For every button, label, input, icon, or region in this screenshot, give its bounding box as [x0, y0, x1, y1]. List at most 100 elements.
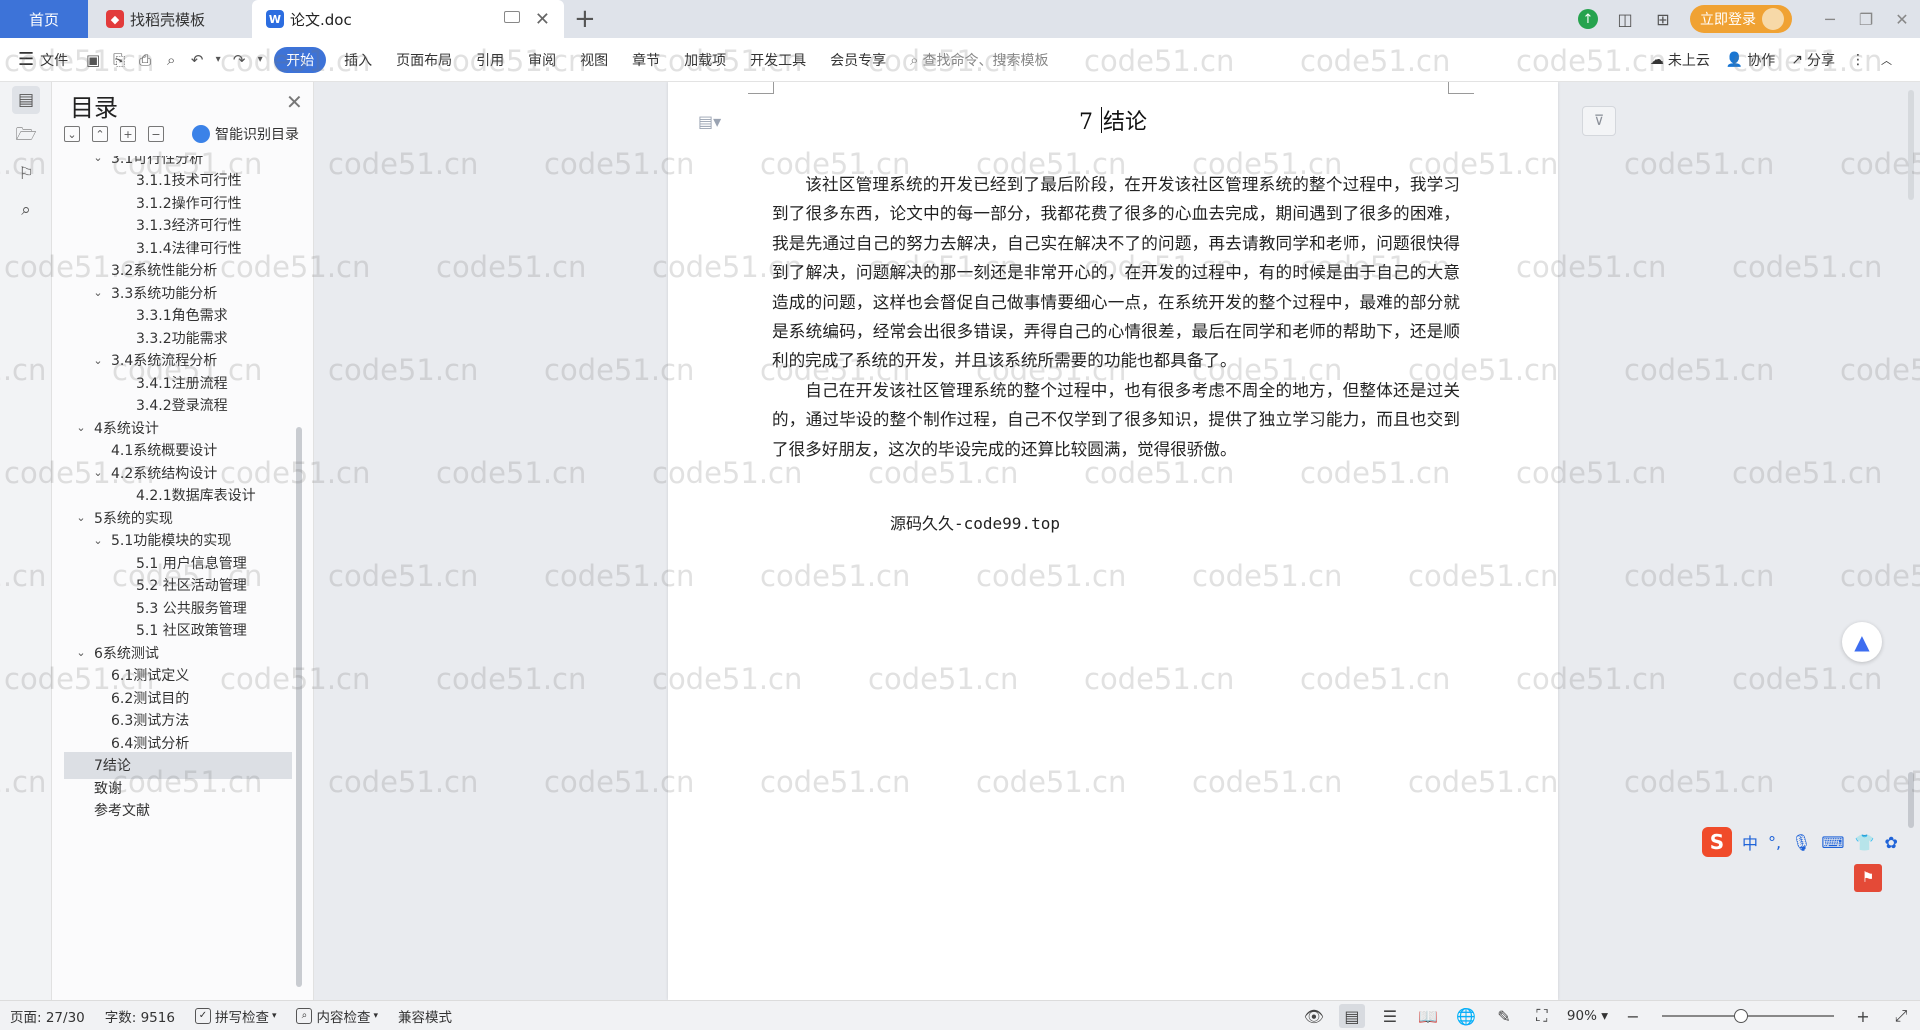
ribbon-tab-insert[interactable]: 插入	[332, 45, 384, 75]
bookmark-icon[interactable]: ⚐	[12, 160, 40, 188]
more-icon[interactable]: ⋮	[1843, 45, 1873, 75]
web-view-icon[interactable]: 🌐	[1453, 1004, 1479, 1028]
close-icon[interactable]: ✕	[286, 90, 303, 114]
page-count[interactable]: 页面: 27/30	[0, 1006, 95, 1026]
navigation-pane-icon[interactable]: 🗁	[12, 122, 40, 150]
fullscreen-icon[interactable]: ⤢	[1888, 1004, 1914, 1028]
remove-heading-icon[interactable]: −	[148, 126, 164, 142]
print-preview-icon[interactable]: ⌕	[161, 50, 181, 70]
undo-icon[interactable]: ↶	[187, 50, 207, 70]
tab-home[interactable]: 首页	[0, 0, 88, 38]
vertical-scrollbar[interactable]	[1908, 772, 1914, 828]
redo-icon[interactable]: ↷	[229, 50, 249, 70]
export-icon[interactable]: ⎘	[109, 50, 129, 70]
save-icon[interactable]: ▣	[83, 50, 103, 70]
smart-toc-button[interactable]: 智能识别目录	[192, 124, 299, 144]
share-button[interactable]: ↗ 分享	[1783, 45, 1843, 75]
command-search[interactable]: ⌕ 查找命令、搜索模板	[898, 45, 1060, 75]
chevron-down-icon[interactable]: ⌄	[91, 466, 105, 479]
zoom-knob[interactable]	[1734, 1009, 1749, 1023]
toc-scrollbar[interactable]	[296, 427, 302, 987]
document-page[interactable]: ▤▾ 7 结论 该社区管理系统的开发已经到了最后阶段，在开发该社区管理系统的整个过…	[668, 82, 1558, 1000]
chevron-down-icon[interactable]: ⌄	[74, 646, 88, 659]
fit-page-icon[interactable]: ⛶	[1529, 1004, 1555, 1028]
add-heading-icon[interactable]: +	[120, 126, 136, 142]
microphone-icon[interactable]: 🎙	[1791, 833, 1811, 852]
undo-dropdown-icon[interactable]: ▾	[213, 50, 223, 70]
chevron-down-icon[interactable]: ⌄	[74, 421, 88, 434]
ribbon-tab-layout[interactable]: 页面布局	[384, 45, 464, 75]
write-mode-icon[interactable]: ✎	[1491, 1004, 1517, 1028]
zoom-level[interactable]: 90% ▾	[1567, 1008, 1608, 1024]
punctuation-icon[interactable]: °,	[1768, 833, 1781, 852]
toolbox-icon[interactable]: ✿	[1884, 833, 1897, 852]
ribbon-tab-review[interactable]: 审阅	[516, 45, 568, 75]
chevron-down-icon[interactable]: ⌄	[91, 354, 105, 367]
ime-logo-icon[interactable]: S	[1702, 827, 1732, 857]
ribbon-tab-section[interactable]: 章节	[620, 45, 672, 75]
avatar	[1762, 8, 1784, 30]
collab-button[interactable]: 👤 协作	[1718, 45, 1783, 75]
ribbon-tab-member[interactable]: 会员专享	[818, 45, 898, 75]
search-icon[interactable]: ⌕	[12, 196, 40, 224]
tab-document[interactable]: W 论文.doc ✕	[252, 0, 564, 38]
monitor-icon[interactable]	[504, 11, 520, 23]
apps-grid-icon[interactable]: ⊞	[1652, 8, 1674, 30]
collapse-all-icon[interactable]: ⌃	[92, 126, 108, 142]
template-store-icon: ◆	[106, 10, 124, 28]
smart-toc-label: 智能识别目录	[215, 127, 299, 143]
outline-view-icon[interactable]: ☰	[1377, 1004, 1403, 1028]
ime-language[interactable]: 中	[1742, 830, 1758, 854]
chevron-down-icon[interactable]: ⌄	[74, 511, 88, 524]
zoom-slider[interactable]	[1662, 1006, 1834, 1026]
layout-switch-icon[interactable]: ◫	[1614, 8, 1636, 30]
skin-icon[interactable]: 👕	[1855, 833, 1875, 852]
eye-protection-icon[interactable]: 👁	[1301, 1004, 1327, 1028]
tab-template-store-label: 找稻壳模板	[130, 10, 206, 29]
customize-dropdown-icon[interactable]: ▾	[255, 50, 265, 70]
chevron-down-icon[interactable]: ⌄	[91, 534, 105, 547]
ribbon-tab-start[interactable]: 开始	[274, 46, 327, 73]
collapse-ribbon-icon[interactable]: ︿	[1873, 45, 1900, 75]
zoom-in-icon[interactable]: +	[1850, 1004, 1876, 1028]
close-window-button[interactable]: ✕	[1884, 0, 1920, 38]
print-icon[interactable]: ⎙	[135, 50, 155, 70]
minimize-button[interactable]: ─	[1812, 0, 1848, 38]
word-count[interactable]: 字数: 9516	[95, 1006, 185, 1026]
upload-sync-icon[interactable]: ↑	[1578, 9, 1598, 29]
ribbon-tab-developer[interactable]: 开发工具	[738, 45, 818, 75]
cloud-status-label: 未上云	[1667, 53, 1710, 69]
login-button[interactable]: 立即登录	[1690, 5, 1792, 33]
toc-item-label: 5.2 社区活动管理	[136, 578, 247, 594]
chevron-down-icon[interactable]: ⌄	[91, 286, 105, 299]
content-check[interactable]: ⌕ 内容检查 ▾	[286, 1006, 388, 1026]
zoom-out-icon[interactable]: −	[1620, 1004, 1646, 1028]
restore-button[interactable]: ❐	[1848, 0, 1884, 38]
cloud-status[interactable]: ☁ 未上云	[1642, 45, 1718, 75]
spell-check[interactable]: ✓ 拼写检查 ▾	[185, 1006, 287, 1026]
body-text[interactable]: 该社区管理系统的开发已经到了最后阶段，在开发该社区管理系统的整个过程中，我学习到…	[772, 170, 1460, 464]
assistant-icon[interactable]: ▲	[1842, 622, 1882, 662]
tab-template-store[interactable]: ◆ 找稻壳模板	[92, 0, 252, 38]
toc-icon[interactable]: ▤	[12, 86, 40, 114]
ribbon-right: ☁ 未上云 👤 协作 ↗ 分享 ⋮ ︿	[1642, 45, 1900, 75]
file-menu[interactable]: ☰ 文件	[0, 45, 80, 75]
new-tab-button[interactable]: +	[574, 4, 596, 34]
chapter-heading[interactable]: 7 结论	[668, 104, 1558, 136]
close-tab-icon[interactable]: ✕	[535, 9, 550, 30]
expand-all-icon[interactable]: ⌄	[64, 126, 80, 142]
reading-view-icon[interactable]: 📖	[1415, 1004, 1441, 1028]
ribbon-tab-references[interactable]: 引用	[464, 45, 516, 75]
share-icon: ↗	[1791, 52, 1803, 68]
page-view-icon[interactable]: ▤	[1338, 1004, 1365, 1028]
feedback-icon[interactable]: ⚑	[1854, 864, 1882, 892]
chevron-down-icon[interactable]: ⌄	[91, 156, 105, 164]
keyboard-icon[interactable]: ⌨	[1821, 833, 1844, 852]
ribbon-tab-view[interactable]: 视图	[568, 45, 620, 75]
toc-item[interactable]: 参考文献	[64, 797, 292, 824]
filter-icon[interactable]: ⊽	[1582, 106, 1616, 136]
ribbon-tab-addins[interactable]: 加载项	[672, 45, 738, 75]
toc-item-label: 5.1 社区政策管理	[136, 623, 247, 639]
toc-item-label: 5.3 公共服务管理	[136, 600, 247, 617]
title-bar: 首页 ◆ 找稻壳模板 W 论文.doc ✕ + ↑ ◫ ⊞ 立即登录 ─ ❐ ✕	[0, 0, 1920, 38]
